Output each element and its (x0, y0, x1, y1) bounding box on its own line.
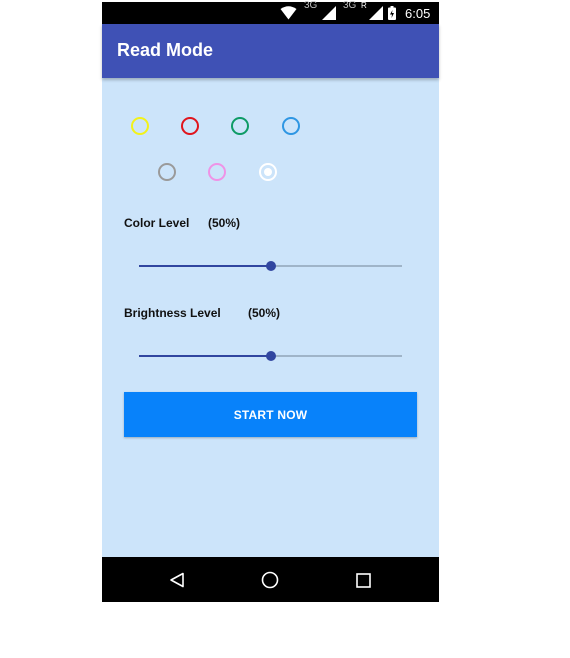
network-type-label: 3G (343, 0, 357, 11)
phone-screen: 3G 3G R 6:05 Read Mode Color Level (50%) (102, 0, 439, 602)
color-option-yellow[interactable] (131, 117, 149, 135)
brightness-level-slider[interactable] (139, 348, 402, 364)
main-content: Color Level (50%) Brightness Level (50%)… (102, 78, 439, 557)
signal-icon (322, 2, 336, 24)
slider-fill (139, 355, 271, 357)
brightness-level-label: Brightness Level (124, 306, 221, 320)
color-option-blue[interactable] (282, 117, 300, 135)
slider-fill (139, 265, 271, 267)
color-level-slider[interactable] (139, 258, 402, 274)
selected-dot (264, 168, 272, 176)
status-time: 6:05 (405, 5, 431, 21)
recents-icon[interactable] (352, 569, 374, 591)
wifi-icon (280, 2, 297, 24)
slider-thumb[interactable] (265, 261, 276, 271)
navigation-bar (102, 557, 439, 602)
signal-icon (369, 2, 383, 24)
status-bar: 3G 3G R 6:05 (102, 0, 439, 24)
slider-thumb[interactable] (265, 351, 276, 361)
network-type-label: 3G (304, 0, 318, 11)
app-bar: Read Mode (102, 24, 439, 78)
page-title: Read Mode (117, 40, 214, 60)
brightness-level-value: (50%) (248, 306, 281, 320)
color-option-red[interactable] (181, 117, 199, 135)
color-level-label: Color Level (124, 216, 190, 230)
start-now-button[interactable]: START NOW (124, 392, 417, 437)
battery-icon (388, 2, 396, 24)
color-level-value: (50%) (208, 216, 241, 230)
home-icon[interactable] (259, 569, 281, 591)
roaming-label: R (361, 0, 367, 10)
back-icon[interactable] (166, 569, 188, 591)
color-option-gray[interactable] (158, 163, 176, 181)
color-option-white[interactable] (259, 163, 277, 181)
color-option-pink[interactable] (208, 163, 226, 181)
color-option-green[interactable] (231, 117, 249, 135)
